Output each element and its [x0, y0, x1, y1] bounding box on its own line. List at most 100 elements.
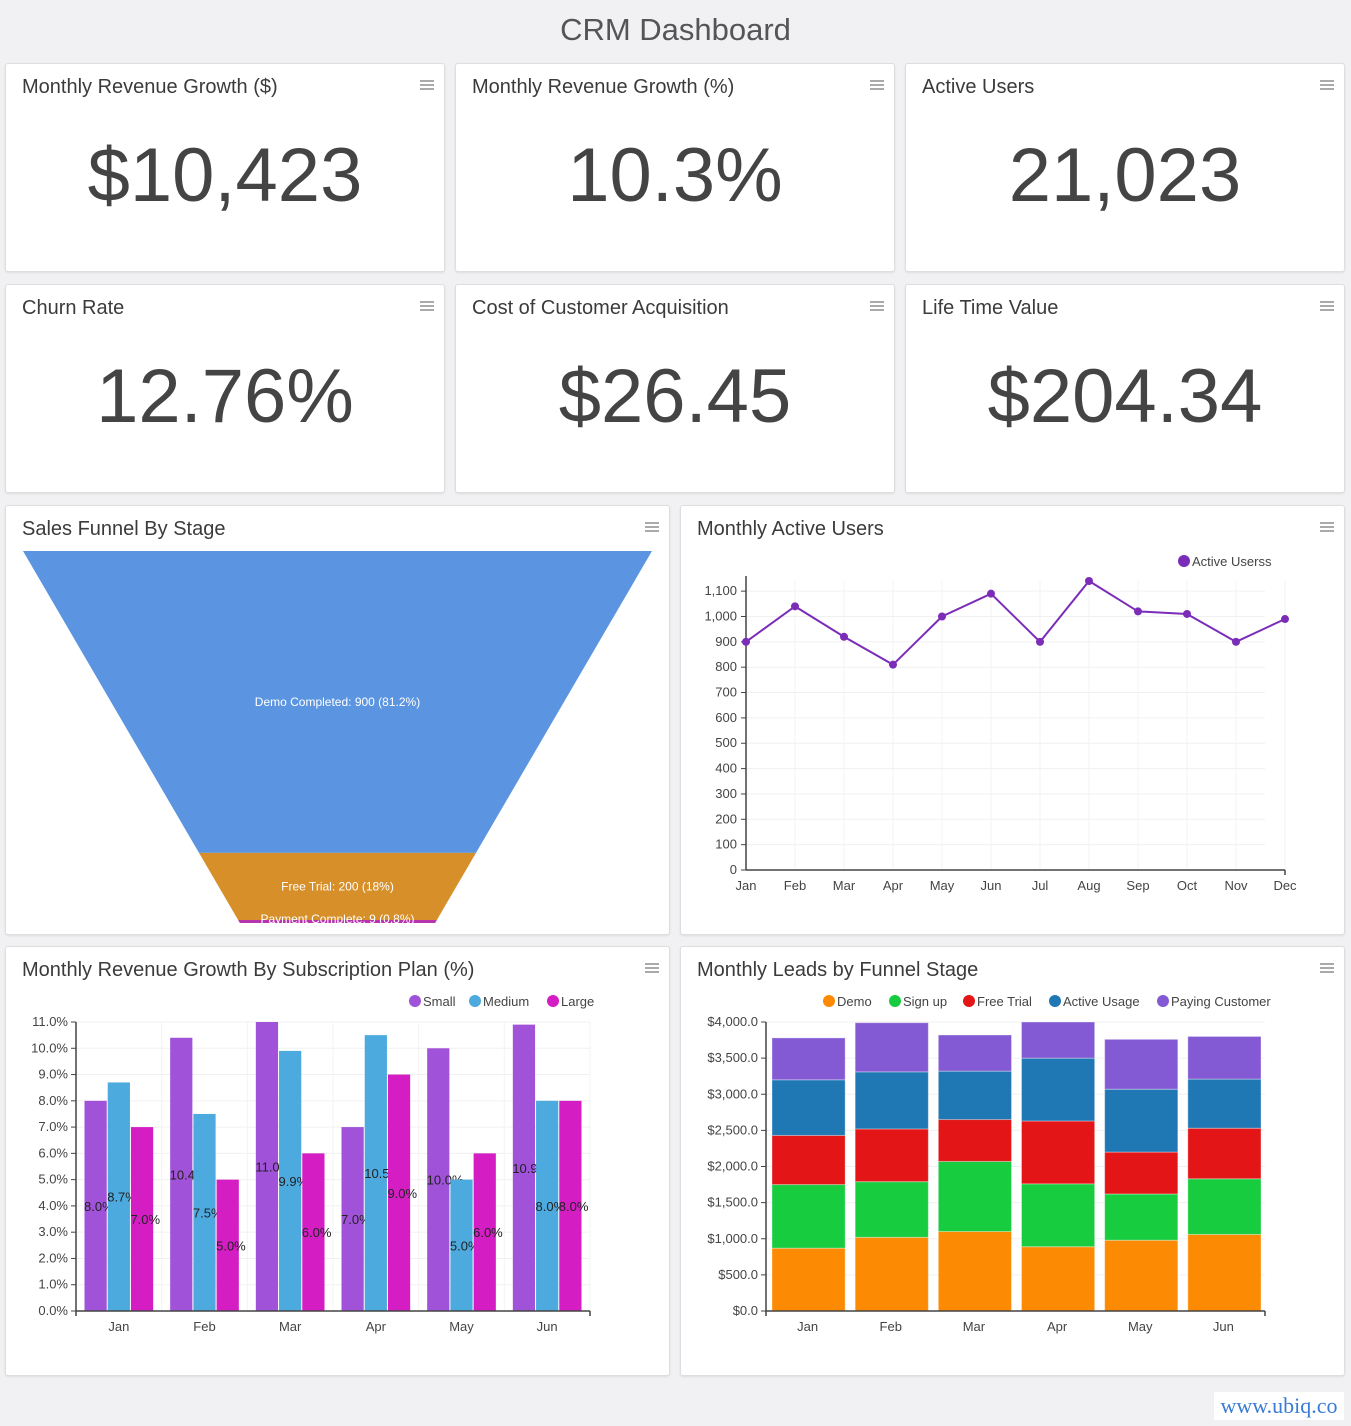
- stacked-segment: [937, 1034, 1013, 1072]
- hamburger-menu-icon[interactable]: [1320, 80, 1334, 91]
- kpi-card-revenue-growth-dollar: Monthly Revenue Growth ($) $10,423: [5, 63, 445, 272]
- data-point: [742, 637, 750, 646]
- kpi-title: Monthly Revenue Growth ($): [22, 76, 278, 98]
- legend-marker: [409, 995, 421, 1007]
- page-title: CRM Dashboard: [560, 12, 791, 47]
- kpi-card-revenue-growth-percent: Monthly Revenue Growth (%) 10.3%: [455, 63, 895, 272]
- line-chart: 0 100 200 300 400 500 600 700 800 900 1,000 1,100 Ja…: [704, 554, 1297, 893]
- data-point: [1232, 637, 1240, 646]
- y-tick-label: 200: [715, 811, 737, 826]
- data-point: [1183, 609, 1191, 618]
- stacked-segment: [937, 1160, 1013, 1233]
- stacked-segment: [1021, 1057, 1096, 1122]
- stacked-segment: [771, 1134, 846, 1186]
- y-tick-label: $3,500.0: [707, 1050, 758, 1065]
- x-tick-label: Jun: [981, 878, 1002, 893]
- stacked-segment: [854, 1181, 929, 1238]
- legend-label: Small: [423, 994, 456, 1009]
- y-tick-label: 10.0%: [31, 1040, 68, 1055]
- y-tick-label: 3.0%: [38, 1224, 68, 1239]
- stacked-segment: [937, 1119, 1013, 1162]
- data-point: [938, 612, 946, 621]
- stacked-segment: [1104, 1088, 1179, 1153]
- bar-panel: Monthly Revenue Growth By Subscription P…: [5, 946, 670, 1376]
- stacked-segment: [1104, 1151, 1179, 1195]
- x-tick-label: Dec: [1273, 878, 1297, 893]
- y-tick-label: 900: [715, 634, 737, 649]
- stacked-segment: [1021, 1120, 1096, 1185]
- stacked-segment: [1104, 1193, 1179, 1241]
- legend-marker: [823, 995, 835, 1007]
- hamburger-menu-icon[interactable]: [420, 80, 434, 91]
- y-tick-label: $0.0: [733, 1303, 758, 1318]
- y-tick-label: 300: [715, 786, 737, 801]
- x-tick-label: Apr: [883, 878, 904, 893]
- series-line-active-users: [745, 579, 1286, 666]
- bar-value-label: 11.0: [255, 1160, 279, 1175]
- x-tick-label: May: [449, 1319, 474, 1334]
- y-tick-label: 700: [715, 685, 737, 700]
- data-point: [840, 632, 848, 641]
- bar-value-label: 10.4: [170, 1167, 195, 1182]
- line-panel: Monthly Active Users 0 100 200 300 400 500 600…: [680, 505, 1345, 935]
- x-tick-label: Mar: [833, 878, 856, 893]
- y-tick-label: 0: [730, 862, 737, 877]
- y-tick-label: 400: [715, 761, 737, 776]
- hamburger-menu-icon[interactable]: [1320, 301, 1334, 312]
- funnel-label: Demo Completed: 900 (81.2%): [255, 695, 420, 709]
- bar-value-label: 6.0%: [473, 1225, 503, 1240]
- y-tick-label: 8.0%: [38, 1093, 68, 1108]
- bar-value-label: 10.5: [364, 1166, 389, 1181]
- legend-label: Free Trial: [977, 994, 1032, 1009]
- y-tick-label: 0.0%: [38, 1303, 68, 1318]
- legend-label: Active Usage: [1063, 994, 1140, 1009]
- bar-value-label: 6.0%: [302, 1225, 332, 1240]
- stacked-segment: [937, 1231, 1013, 1312]
- legend-marker: [469, 995, 481, 1007]
- watermark-link[interactable]: www.ubiq.co: [1214, 1392, 1344, 1420]
- x-tick-label: Jun: [537, 1319, 558, 1334]
- stacked-segment: [854, 1071, 929, 1130]
- stacked-segment: [1187, 1178, 1262, 1235]
- legend-label: Paying Customer: [1171, 994, 1271, 1009]
- kpi-title: Churn Rate: [22, 297, 125, 319]
- x-tick-label: Mar: [279, 1319, 302, 1334]
- y-tick-label: $1,000.0: [707, 1231, 758, 1246]
- hamburger-menu-icon[interactable]: [420, 301, 434, 312]
- x-tick-label: Jan: [108, 1319, 129, 1334]
- x-tick-label: Jan: [797, 1319, 818, 1334]
- stacked-bar-chart: $0.0 $500.0 $1,000.0 $1,500.0 $2,000.0 $2,500…: [707, 994, 1271, 1334]
- legend-marker: [963, 995, 975, 1007]
- data-point: [987, 589, 995, 598]
- kpi-title: Active Users: [922, 76, 1035, 98]
- legend-marker: [1178, 555, 1190, 567]
- x-tick-label: Feb: [880, 1319, 902, 1334]
- x-tick-label: Jul: [1032, 878, 1049, 893]
- x-tick-label: Jun: [1213, 1319, 1234, 1334]
- stacked-segment: [1021, 1246, 1096, 1312]
- x-tick-label: Sep: [1126, 878, 1149, 893]
- bar-value-label: 8.0%: [559, 1199, 589, 1214]
- y-tick-label: 500: [715, 735, 737, 750]
- stacked-segment: [771, 1079, 846, 1136]
- kpi-value: 10.3%: [567, 133, 783, 218]
- hamburger-menu-icon[interactable]: [870, 301, 884, 312]
- data-point: [1281, 615, 1289, 624]
- kpi-value: $10,423: [87, 133, 363, 218]
- stacked-panel: Monthly Leads by Funnel Stage $0.0 $500.0…: [680, 946, 1345, 1376]
- stacked-segment: [1187, 1078, 1262, 1129]
- hamburger-menu-icon[interactable]: [870, 80, 884, 91]
- y-tick-label: 9.0%: [38, 1067, 68, 1082]
- stacked-segment: [854, 1022, 929, 1073]
- data-point: [791, 602, 799, 611]
- stacked-segment: [1021, 1183, 1096, 1248]
- legend-marker: [1157, 995, 1169, 1007]
- funnel-chart: Demo Completed: 900 (81.2%) Free Trial: 2…: [23, 551, 652, 926]
- data-point: [1134, 607, 1142, 616]
- legend-marker: [547, 995, 559, 1007]
- kpi-card-active-users: Active Users 21,023: [905, 63, 1345, 272]
- y-tick-label: 6.0%: [38, 1145, 68, 1160]
- bar-value-label: 10.9: [512, 1161, 537, 1176]
- bar-value-label: 5.0%: [216, 1238, 246, 1253]
- y-tick-label: $3,000.0: [707, 1086, 758, 1101]
